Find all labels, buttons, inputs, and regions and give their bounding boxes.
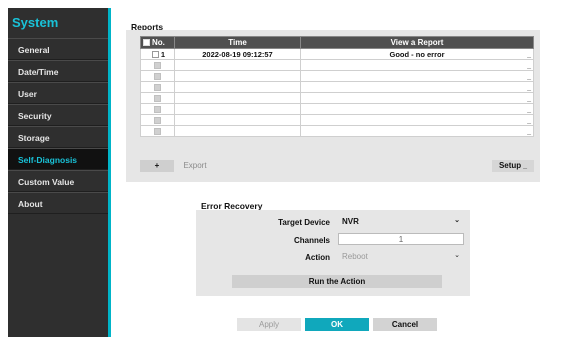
row-no-cell <box>140 59 175 71</box>
row-no-cell: 1 <box>140 48 175 60</box>
table-row: _ <box>140 81 534 93</box>
row-report-cell: _ <box>300 81 534 93</box>
channels-label: Channels <box>293 236 330 245</box>
report-dropdown-icon: _ <box>527 74 531 81</box>
report-dropdown-icon: _ <box>527 96 531 103</box>
row-report-cell[interactable]: Good - no error _ <box>300 48 534 60</box>
run-action-button[interactable]: Run the Action <box>232 275 442 288</box>
row-time <box>174 70 301 82</box>
table-row: _ <box>140 70 534 82</box>
target-device-select[interactable]: NVR ⌄ <box>338 216 464 228</box>
row-checkbox <box>154 95 161 103</box>
row-no-cell <box>140 70 175 82</box>
report-dropdown-icon: _ <box>527 118 531 125</box>
sidebar-title: System <box>12 15 59 30</box>
table-row: _ <box>140 59 534 71</box>
add-report-button[interactable]: + <box>140 160 174 172</box>
setup-button-label: Setup <box>498 161 522 170</box>
header-time: Time <box>174 36 301 49</box>
row-checkbox <box>154 84 161 92</box>
table-row: _ <box>140 125 534 137</box>
reports-table: No. Time View a Report 1 2022-08-19 09:1… <box>140 36 534 137</box>
sidebar-item-general[interactable]: General <box>8 38 108 60</box>
row-report-cell: _ <box>300 114 534 126</box>
row-report: Good - no error <box>389 49 445 59</box>
row-checkbox[interactable] <box>151 51 159 59</box>
row-time <box>174 92 301 104</box>
row-report-cell: _ <box>300 92 534 104</box>
error-recovery-panel: Target Device NVR ⌄ Channels 1 Action Re… <box>196 210 470 296</box>
row-no-cell <box>140 125 175 137</box>
row-time <box>174 114 301 126</box>
sidebar-item-user[interactable]: User <box>8 82 108 104</box>
row-time <box>174 59 301 71</box>
export-button[interactable]: Export <box>178 160 212 172</box>
target-device-value: NVR <box>342 217 359 226</box>
chevron-down-icon: ⌄ <box>454 217 460 224</box>
report-dropdown-icon[interactable]: _ <box>527 52 531 59</box>
report-dropdown-icon: _ <box>527 107 531 114</box>
header-view-report: View a Report <box>300 36 534 49</box>
setup-button[interactable]: Setup _ <box>492 160 534 172</box>
row-time: 2022-08-19 09:12:57 <box>174 48 301 60</box>
sidebar-item-security[interactable]: Security <box>8 104 108 126</box>
apply-button[interactable]: Apply <box>237 318 301 331</box>
table-row: _ <box>140 92 534 104</box>
row-time <box>174 81 301 93</box>
row-checkbox <box>154 73 161 81</box>
sidebar: System General Date/Time User Security S… <box>8 8 108 337</box>
channels-input[interactable]: 1 <box>338 233 464 245</box>
row-checkbox <box>154 62 161 70</box>
report-dropdown-icon: _ <box>527 129 531 136</box>
row-report-cell: _ <box>300 125 534 137</box>
table-row: _ <box>140 114 534 126</box>
row-no-cell <box>140 92 175 104</box>
sidebar-accent-bar <box>108 8 111 337</box>
target-device-label: Target Device <box>278 218 330 227</box>
table-row[interactable]: 1 2022-08-19 09:12:57 Good - no error _ <box>140 48 534 60</box>
header-no-label: No. <box>152 38 165 47</box>
row-checkbox <box>154 128 161 136</box>
row-time <box>174 103 301 115</box>
row-no-cell <box>140 103 175 115</box>
row-report-cell: _ <box>300 70 534 82</box>
chevron-down-icon: ⌄ <box>454 252 460 259</box>
reports-panel: No. Time View a Report 1 2022-08-19 09:1… <box>126 30 540 182</box>
row-no: 1 <box>160 49 166 59</box>
ok-button[interactable]: OK <box>305 318 369 331</box>
sidebar-item-custom-value[interactable]: Custom Value <box>8 170 108 192</box>
header-no[interactable]: No. <box>140 36 175 49</box>
row-report-cell: _ <box>300 59 534 71</box>
sidebar-item-date-time[interactable]: Date/Time <box>8 60 108 82</box>
row-report-cell: _ <box>300 103 534 115</box>
reports-table-header: No. Time View a Report <box>140 36 534 49</box>
row-no-cell <box>140 114 175 126</box>
action-select[interactable]: Reboot ⌄ <box>338 251 464 263</box>
row-no-cell <box>140 81 175 93</box>
action-label: Action <box>305 253 330 262</box>
sidebar-item-self-diagnosis[interactable]: Self-Diagnosis <box>8 148 108 170</box>
sidebar-item-storage[interactable]: Storage <box>8 126 108 148</box>
row-time <box>174 125 301 137</box>
table-row: _ <box>140 103 534 115</box>
report-dropdown-icon: _ <box>527 63 531 70</box>
select-all-checkbox[interactable] <box>143 39 150 47</box>
report-dropdown-icon: _ <box>527 85 531 92</box>
row-checkbox <box>154 106 161 114</box>
setup-dropdown-icon: _ <box>521 163 528 170</box>
row-checkbox <box>154 117 161 125</box>
sidebar-item-about[interactable]: About <box>8 192 108 214</box>
action-value: Reboot <box>342 252 368 261</box>
cancel-button[interactable]: Cancel <box>373 318 437 331</box>
